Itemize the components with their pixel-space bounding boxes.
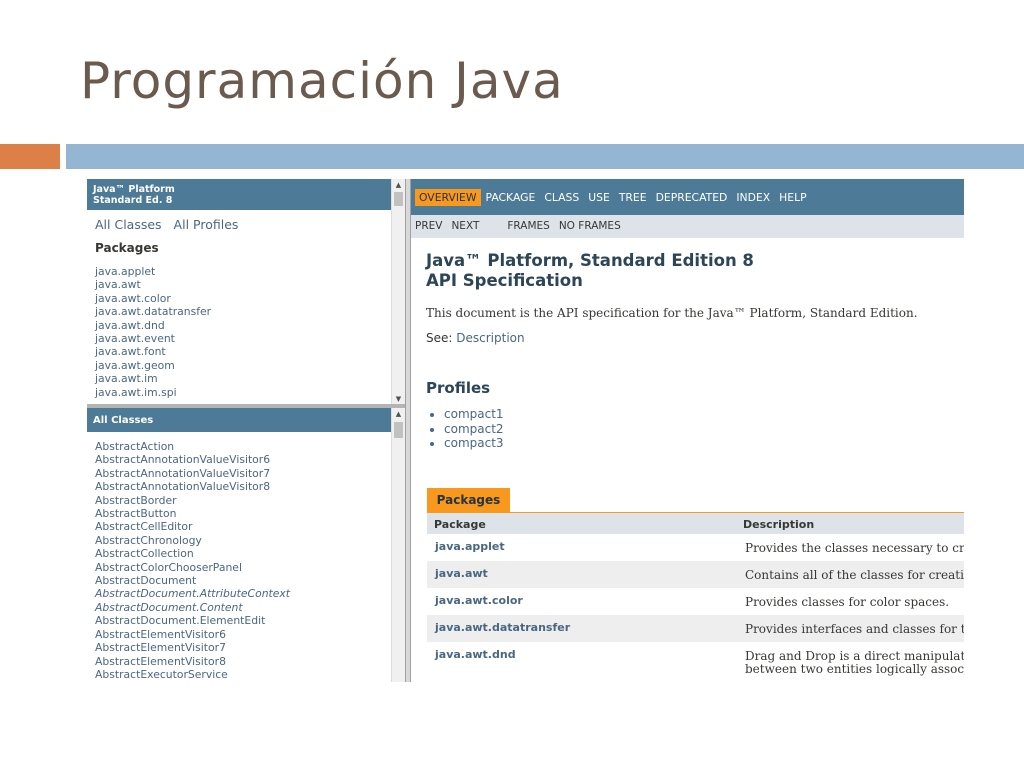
class-list-item[interactable]: AbstractElementVisitor8 bbox=[95, 655, 383, 668]
package-list-item[interactable]: java.awt.color bbox=[95, 292, 383, 305]
class-list-item[interactable]: AbstractButton bbox=[95, 507, 383, 520]
overview-frame: OVERVIEW PACKAGE CLASS USE TREE DEPRECATED IND… bbox=[411, 179, 964, 682]
class-list: AbstractAction AbstractAnnotationValueVis… bbox=[87, 432, 391, 681]
frame-header-platform: Java™ Platform Standard Ed. 8 bbox=[87, 179, 391, 210]
package-link[interactable]: java.awt bbox=[435, 567, 488, 580]
class-list-item[interactable]: AbstractAnnotationValueVisitor8 bbox=[95, 480, 383, 493]
package-description: Provides the classes necessary to cre bbox=[745, 541, 964, 555]
class-list-item[interactable]: AbstractDocument.AttributeContext bbox=[95, 587, 383, 600]
page-title-line1: Java™ Platform, Standard Edition 8 bbox=[426, 251, 754, 270]
class-list-item[interactable]: AbstractBorder bbox=[95, 494, 383, 507]
class-list-item[interactable]: AbstractChronology bbox=[95, 534, 383, 547]
class-list-item[interactable]: AbstractElementVisitor6 bbox=[95, 628, 383, 641]
class-list-item[interactable]: AbstractDocument bbox=[95, 574, 383, 587]
table-row: java.awt Contains all of the classes for… bbox=[427, 561, 964, 588]
all-classes-link[interactable]: All Classes bbox=[95, 217, 162, 232]
class-list-item[interactable]: AbstractCellEditor bbox=[95, 520, 383, 533]
scroll-thumb[interactable] bbox=[394, 192, 403, 206]
packages-scrollbar[interactable]: ▲ ▼ bbox=[391, 179, 405, 405]
package-description: Provides classes for color spaces. bbox=[745, 595, 950, 609]
class-list-item[interactable]: AbstractCollection bbox=[95, 547, 383, 560]
nav-tab-help[interactable]: HELP bbox=[775, 189, 810, 206]
package-list-item[interactable]: java.awt.font bbox=[95, 345, 383, 358]
scroll-thumb[interactable] bbox=[394, 422, 403, 438]
class-list-item[interactable]: AbstractDocument.Content bbox=[95, 601, 383, 614]
decorative-blue-band bbox=[66, 144, 1024, 169]
prev-link[interactable]: PREV bbox=[415, 220, 442, 232]
package-list-item[interactable]: java.awt.datatransfer bbox=[95, 305, 383, 318]
package-list-item[interactable]: java.awt.event bbox=[95, 332, 383, 345]
profile-link-compact2[interactable]: compact2 bbox=[444, 422, 504, 437]
all-profiles-link[interactable]: All Profiles bbox=[174, 217, 239, 232]
table-header: Package Description bbox=[427, 513, 964, 534]
next-link[interactable]: NEXT bbox=[451, 220, 479, 232]
no-frames-link[interactable]: NO FRAMES bbox=[559, 220, 621, 232]
package-description: Drag and Drop is a direct manipulati bet… bbox=[745, 650, 964, 676]
nav-tab-class[interactable]: CLASS bbox=[540, 189, 583, 206]
see-line: See: Description bbox=[426, 331, 525, 345]
package-list-item[interactable]: java.awt.geom bbox=[95, 359, 383, 372]
nav-tab-tree[interactable]: TREE bbox=[615, 189, 651, 206]
slide-title: Programación Java bbox=[80, 52, 564, 110]
table-row: java.awt.datatransfer Provides interface… bbox=[427, 615, 964, 642]
class-list-item[interactable]: AbstractColorChooserPanel bbox=[95, 561, 383, 574]
class-list-item[interactable]: AbstractExecutorService bbox=[95, 668, 383, 681]
packages-heading: Packages bbox=[95, 241, 159, 255]
sub-navigation: PREV NEXT FRAMES NO FRAMES bbox=[411, 215, 964, 238]
package-description-line1: Drag and Drop is a direct manipulati bbox=[745, 649, 964, 663]
profiles-heading: Profiles bbox=[426, 379, 491, 397]
classes-scrollbar[interactable]: ▲ bbox=[391, 408, 405, 682]
column-header-description: Description bbox=[743, 518, 815, 531]
package-description: Contains all of the classes for creatin bbox=[745, 568, 964, 582]
javadoc-screenshot: Java™ Platform Standard Ed. 8 All Classe… bbox=[87, 179, 964, 682]
class-list-item[interactable]: AbstractAction bbox=[95, 440, 383, 453]
see-label: See: bbox=[426, 331, 453, 345]
class-list-item[interactable]: AbstractDocument.ElementEdit bbox=[95, 614, 383, 627]
package-link[interactable]: java.awt.datatransfer bbox=[435, 621, 570, 634]
package-list-item[interactable]: java.applet bbox=[95, 265, 383, 278]
all-classes-header: All Classes bbox=[87, 408, 391, 432]
package-description-line2: between two entities logically associ bbox=[745, 662, 964, 676]
column-header-package: Package bbox=[434, 518, 486, 531]
platform-name: Java™ Platform bbox=[93, 184, 175, 195]
table-row: java.applet Provides the classes necessa… bbox=[427, 534, 964, 561]
frames-link[interactable]: FRAMES bbox=[507, 220, 549, 232]
packages-table-caption: Packages bbox=[427, 488, 510, 512]
class-list-item[interactable]: AbstractAnnotationValueVisitor7 bbox=[95, 467, 383, 480]
packages-table: Package Description java.applet Provides… bbox=[427, 512, 964, 682]
nav-tab-index[interactable]: INDEX bbox=[732, 189, 774, 206]
page-title: Java™ Platform, Standard Edition 8 API S… bbox=[426, 251, 754, 291]
package-list-item[interactable]: java.awt.im bbox=[95, 372, 383, 385]
frame-links: All Classes All Profiles bbox=[87, 210, 391, 232]
nav-tab-overview[interactable]: OVERVIEW bbox=[415, 189, 481, 206]
package-link[interactable]: java.applet bbox=[435, 540, 505, 553]
packages-frame: Java™ Platform Standard Ed. 8 All Classe… bbox=[87, 179, 405, 405]
platform-edition: Standard Ed. 8 bbox=[93, 195, 173, 206]
page-description: This document is the API specification f… bbox=[426, 306, 918, 320]
scroll-up-arrow-icon[interactable]: ▲ bbox=[392, 179, 405, 191]
nav-tab-deprecated[interactable]: DEPRECATED bbox=[652, 189, 732, 206]
package-link[interactable]: java.awt.color bbox=[435, 594, 523, 607]
package-description: Provides interfaces and classes for tr bbox=[745, 622, 964, 636]
class-list-item[interactable]: AbstractElementVisitor7 bbox=[95, 641, 383, 654]
profile-link-compact1[interactable]: compact1 bbox=[444, 407, 504, 422]
package-list-item[interactable]: java.awt.dnd bbox=[95, 319, 383, 332]
package-link[interactable]: java.awt.dnd bbox=[435, 648, 516, 661]
all-classes-frame: All Classes AbstractAction AbstractAnnota… bbox=[87, 408, 405, 682]
package-list-item[interactable]: java.awt.im.spi bbox=[95, 386, 383, 399]
decorative-orange-band bbox=[0, 144, 60, 169]
scroll-up-arrow-icon[interactable]: ▲ bbox=[392, 408, 405, 420]
page-title-line2: API Specification bbox=[426, 271, 583, 290]
profile-link-compact3[interactable]: compact3 bbox=[444, 436, 504, 451]
package-list: java.applet java.awt java.awt.color java.aw… bbox=[87, 255, 391, 399]
table-row: java.awt.dnd Drag and Drop is a direct m… bbox=[427, 642, 964, 682]
description-link[interactable]: Description bbox=[456, 331, 524, 345]
class-list-item[interactable]: AbstractAnnotationValueVisitor6 bbox=[95, 453, 383, 466]
nav-tab-use[interactable]: USE bbox=[584, 189, 614, 206]
top-navigation: OVERVIEW PACKAGE CLASS USE TREE DEPRECATED IND… bbox=[411, 179, 964, 215]
package-list-item[interactable]: java.awt bbox=[95, 278, 383, 291]
table-row: java.awt.color Provides classes for colo… bbox=[427, 588, 964, 615]
profile-list: compact1 compact2 compact3 bbox=[444, 407, 504, 451]
nav-tab-package[interactable]: PACKAGE bbox=[482, 189, 540, 206]
